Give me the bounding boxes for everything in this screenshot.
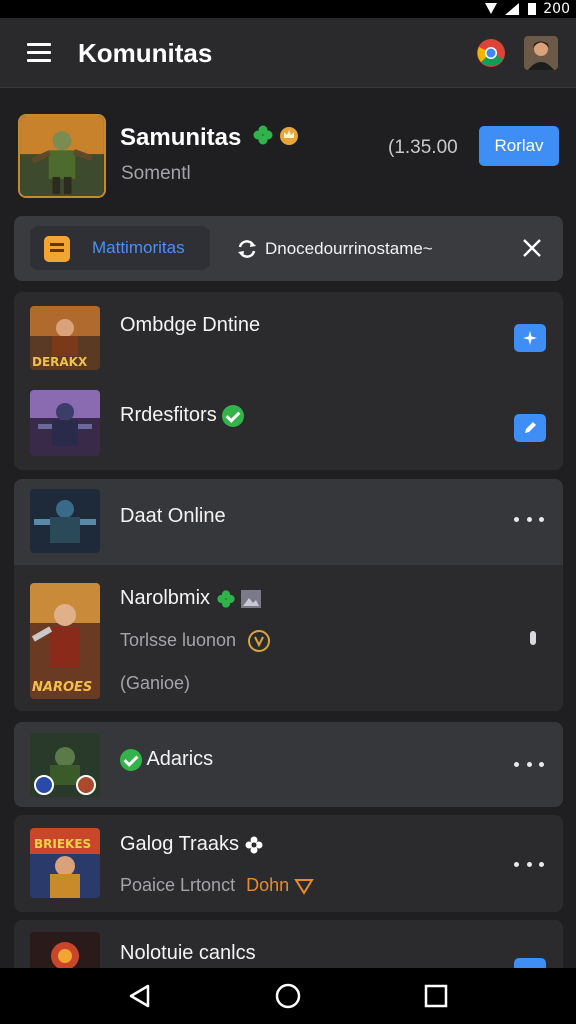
thumb-caption: NAROES [32,680,92,695]
list-item[interactable]: Daat Online [14,479,563,563]
recents-icon[interactable] [422,982,450,1010]
more-options-icon[interactable] [514,515,544,523]
home-icon[interactable] [274,982,302,1010]
status-bar: 200 [0,0,576,18]
verified-icon [120,748,142,771]
more-options-icon[interactable] [514,760,544,768]
list-item[interactable]: NAROES Narolbmix Torlsse luonon (Ganioe) [14,565,563,711]
item-subtitle-accent: Dohn [246,875,290,895]
game-thumbnail[interactable] [30,489,100,553]
community-chip[interactable]: Mattimoritas [30,226,210,270]
note-icon [44,236,70,262]
verified-icon [222,404,245,427]
system-nav-bar [0,968,576,1024]
status-icons: 200 [483,0,570,18]
signal-icon [485,3,520,15]
sparkle-icon [523,331,537,345]
list-item[interactable]: Rrdesfitors [14,382,563,470]
game-thumbnail[interactable] [30,733,100,797]
item-title: Galog Traaks [120,833,263,856]
item-meta: (Ganioe) [120,673,191,693]
item-title: Ombdge Dntine [120,314,261,336]
chip-label: Mattimoritas [92,238,185,257]
back-icon[interactable] [126,982,154,1010]
list-item[interactable]: Adarics [14,722,563,807]
list-item[interactable]: BRIEKES Galog Traaks Poaice Lrtonct Dohn [14,815,563,912]
item-title-text: Narolbmix [120,587,211,609]
avatar[interactable] [524,36,558,70]
review-button[interactable]: Rorlav [479,126,559,166]
game-thumbnail[interactable]: DERAKX [30,306,100,370]
notification-bar: Mattimoritas Dnocedourrinostame~ [14,216,563,281]
game-title: Samunitas [120,124,242,151]
clover-icon [253,125,273,145]
item-title-text: Rrdesfitors [120,404,217,426]
game-subtitle: Somentl [121,163,191,184]
list-card: DERAKX Ombdge Dntine Rrdesfitors [14,292,563,470]
item-title: Narolbmix [120,587,262,610]
thumb-caption: BRIEKES [34,837,91,851]
game-thumbnail[interactable] [30,390,100,456]
game-thumbnail[interactable]: BRIEKES [30,828,100,898]
crown-badge-icon [280,127,298,145]
heart-outline-icon [294,879,314,896]
notification-text: Dnocedourrinostame~ [265,239,433,258]
item-subtitle-text: Poaice Lrtonct [120,875,236,895]
list-card: BRIEKES Galog Traaks Poaice Lrtonct Dohn [14,815,563,912]
action-button[interactable] [514,324,546,352]
edit-icon [525,422,536,433]
status-time: 200 [543,1,570,17]
member-count: (1.35.00 [388,137,458,158]
flower-icon [245,836,263,854]
clover-icon [216,590,235,608]
item-subtitle-text: Torlsse luonon [120,629,237,650]
item-subtitle: Torlsse luonon [120,629,271,653]
shield-icon [248,630,271,652]
close-icon[interactable] [520,236,544,260]
scroll-handle[interactable] [530,631,536,645]
list-item[interactable]: DERAKX Ombdge Dntine [14,292,563,382]
list-card: Adarics [14,722,563,807]
list-card: Daat Online NAROES Narolbmix Torlsse luo… [14,479,563,711]
item-title-text: Galog Traaks [120,833,239,855]
battery-icon [528,3,537,15]
item-subtitle: Poaice Lrtonct Dohn [120,875,314,896]
title-badges [252,124,300,146]
menu-icon[interactable] [27,43,53,63]
thumb-caption: DERAKX [32,355,88,369]
chrome-icon[interactable] [476,38,506,68]
item-title: Rrdesfitors [120,404,245,427]
sync-icon [238,240,256,258]
item-title: Nolotuie canlcs [120,942,256,964]
game-thumbnail[interactable] [18,114,106,198]
image-icon [241,589,262,608]
item-title: Daat Online [120,505,226,527]
item-title-text: Adarics [146,748,214,770]
page-title: Komunitas [78,38,213,68]
app-bar: Komunitas [0,18,576,88]
action-button[interactable] [514,414,546,442]
item-title: Adarics [120,748,213,771]
more-options-icon[interactable] [514,860,544,868]
game-thumbnail[interactable]: NAROES [30,583,100,699]
